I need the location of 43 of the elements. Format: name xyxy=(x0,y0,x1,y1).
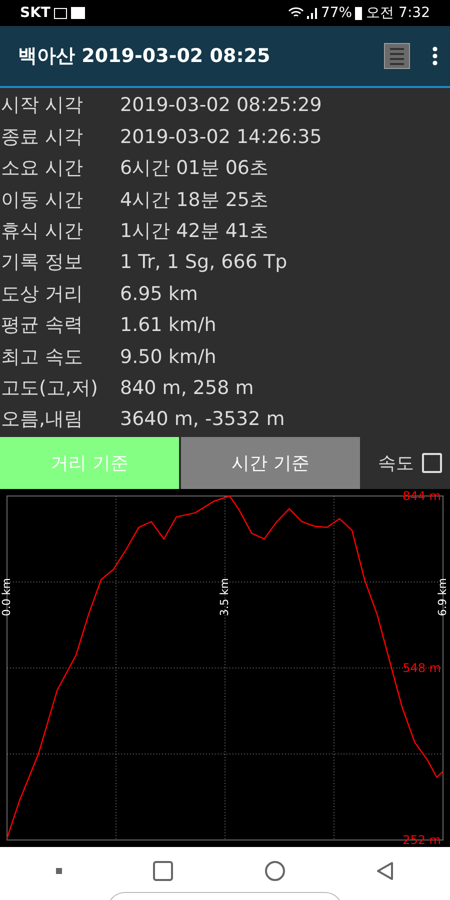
signal-icon xyxy=(306,7,318,19)
home-icon[interactable] xyxy=(264,860,285,881)
recent-apps-icon[interactable] xyxy=(153,860,174,881)
stat-label: 휴식 시간 xyxy=(0,219,84,244)
stat-value: 4시간 18분 25초 xyxy=(120,188,269,213)
list-button[interactable] xyxy=(384,43,410,69)
x-axis-label: 0.0 km xyxy=(1,578,13,616)
stat-label: 최고 속도 xyxy=(0,344,84,370)
battery-icon xyxy=(355,6,362,20)
stat-value: 3640 m, -3532 m xyxy=(120,407,285,432)
stat-value: 2019-03-02 08:25:29 xyxy=(120,93,322,118)
stat-label: 종료 시각 xyxy=(0,124,84,150)
y-axis-label: 844 m xyxy=(402,490,441,502)
stat-value: 1.61 km/h xyxy=(120,313,216,338)
y-axis-label: 548 m xyxy=(402,662,441,674)
stat-value: 1 Tr, 1 Sg, 666 Tp xyxy=(120,250,288,276)
speed-checkbox[interactable] xyxy=(422,453,442,474)
stat-label: 이동 시간 xyxy=(0,188,84,213)
stat-value: 1시간 42분 41초 xyxy=(120,219,269,244)
stat-label: 평균 속력 xyxy=(0,313,84,338)
stat-label: 소요 시간 xyxy=(0,156,84,182)
stat-value: 9.50 km/h xyxy=(120,344,216,370)
clock: 오전 7:32 xyxy=(366,4,430,22)
more-icon[interactable] xyxy=(432,46,438,66)
stat-label: 시작 시각 xyxy=(0,93,84,118)
x-axis-label: 6.9 km xyxy=(437,578,449,616)
mode-tab[interactable]: 시간 기준 xyxy=(181,437,360,490)
x-axis-label: 3.5 km xyxy=(219,578,231,616)
stat-label: 고도(고,저) xyxy=(0,376,99,401)
stat-value: 2019-03-02 14:26:35 xyxy=(120,124,322,150)
speed-label: 속도 xyxy=(378,452,414,476)
stat-value: 6시간 01분 06초 xyxy=(120,156,269,182)
stat-label: 도상 거리 xyxy=(0,282,84,307)
app-title: 백아산 2019-03-02 08:25 xyxy=(18,44,272,69)
carrier-label: SKT xyxy=(20,4,50,22)
wifi-icon xyxy=(288,7,304,19)
y-axis-label: 252 m xyxy=(402,834,441,846)
battery-percent: 77% xyxy=(320,4,352,22)
stat-value: 6.95 km xyxy=(120,282,198,307)
stat-value: 840 m, 258 m xyxy=(120,376,254,401)
stat-label: 기록 정보 xyxy=(0,250,84,276)
stat-label: 오름,내림 xyxy=(0,407,84,432)
back-icon[interactable] xyxy=(376,860,394,881)
